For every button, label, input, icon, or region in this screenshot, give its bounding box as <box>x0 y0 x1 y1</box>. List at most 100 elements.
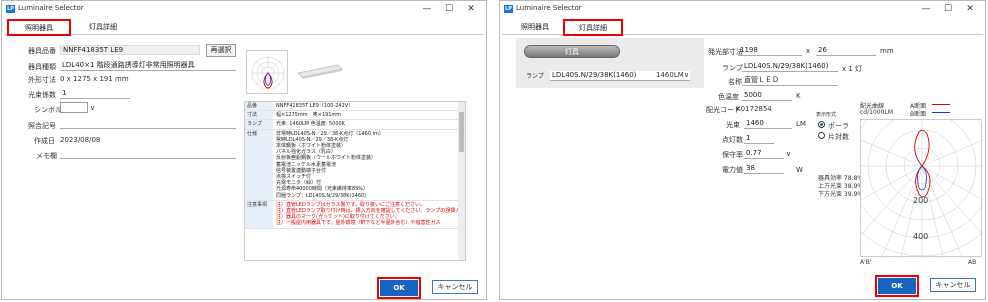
emit-x-label: x <box>806 47 811 55</box>
efficiency-down: 下方光束 39.9% <box>818 191 863 198</box>
tab-detail[interactable]: 灯具詳細 <box>563 19 623 36</box>
app-logo: LP <box>6 5 15 13</box>
polar-radio-label: ポーラ <box>828 122 849 130</box>
product-no-field[interactable]: NNFF41835T LE9 <box>60 45 200 55</box>
chevron-down-icon[interactable]: ∨ <box>90 104 95 112</box>
lamp-name-label: ランプ <box>722 64 743 72</box>
title-bar: LP Luminaire Selector — ☐ ✕ <box>2 1 486 17</box>
legend-b-line <box>932 112 950 113</box>
luminaire-window-basic: LP Luminaire Selector — ☐ ✕ 照明器具 灯具詳細 器具… <box>1 0 487 300</box>
power-unit: W <box>796 166 803 174</box>
lamp-button[interactable]: 灯具 <box>524 45 620 58</box>
emit-height-field[interactable]: 26 <box>816 46 876 56</box>
product-image <box>292 61 346 83</box>
product-type-field[interactable]: LDL40×1 階段通路誘導灯非常用照明器具 <box>60 61 236 71</box>
emit-width-field[interactable]: 1198 <box>738 46 802 56</box>
spec-table: 品番 NNFF41835T LE9（100-242V） 寸法 幅×1275mm 奥×1… <box>244 101 466 261</box>
title-bar: LP Luminaire Selector — ☐ ✕ <box>500 1 985 17</box>
tab-basic[interactable]: 照明器具 <box>7 19 71 36</box>
product-no-label: 器具品番 <box>28 47 56 55</box>
lamp-select-value: LDL40S.N/29/38K(1460) <box>552 71 637 79</box>
app-logo: LP <box>504 5 513 13</box>
lamp-count-label: 光束係数 <box>28 91 56 99</box>
spec-value: NNFF41835T LE9（100-242V） <box>276 103 354 109</box>
ok-button[interactable]: OK <box>377 277 421 299</box>
memo-field[interactable] <box>60 149 236 159</box>
legend-b: B断面 <box>910 111 927 118</box>
color-temp-label: 色温度 <box>718 93 739 101</box>
flux-label: 光束 <box>726 121 740 129</box>
flux-unit: LM <box>796 120 806 128</box>
mark-field[interactable] <box>60 119 236 129</box>
window-title: Luminaire Selector <box>516 4 582 12</box>
curve-legend-unit: cd/1000LM <box>860 109 893 116</box>
close-button[interactable]: ✕ <box>959 2 981 16</box>
light-code-value: K0172854 <box>736 105 772 113</box>
spec-row: 品番 NNFF41835T LE9（100-242V） <box>245 102 465 112</box>
window-title: Luminaire Selector <box>18 4 84 12</box>
ok-button[interactable]: OK <box>875 275 919 297</box>
cancel-button[interactable]: キャンセル <box>930 278 976 292</box>
color-temp-field[interactable]: 5000 <box>742 91 792 101</box>
dimensions-label: 外形寸法 <box>28 76 56 84</box>
spec-key: 注意事項 <box>245 200 273 228</box>
maximize-button[interactable]: ☐ <box>438 2 460 16</box>
tab-bar: 照明器具 灯具詳細 <box>502 18 983 36</box>
spec-value: 幅×1275mm 奥×191mm <box>276 112 342 119</box>
spec-row: 注意事項 注）直管LEDランプはガラス製です。取り扱いにご注意ください。 注）直管… <box>245 200 465 229</box>
memo-label: メモ欄 <box>36 152 57 160</box>
luminaire-image-icon <box>297 64 343 79</box>
tab-bar: 照明器具 灯具詳細 <box>4 18 484 36</box>
maint-label: 保守率 <box>722 151 743 159</box>
cancel-button[interactable]: キャンセル <box>432 280 478 294</box>
polar-radius-200: 200 <box>913 196 929 205</box>
polar-radio[interactable] <box>818 121 825 128</box>
chevron-down-icon[interactable]: ∨ <box>684 71 689 79</box>
lamp-name-field[interactable]: LDL40S.N/29/38K(1460) <box>742 62 838 72</box>
mark-label: 照合記号 <box>28 122 56 130</box>
chevron-down-icon[interactable]: ∨ <box>786 150 791 158</box>
polar-thumb-icon <box>251 56 285 90</box>
spec-row: 寸法 幅×1275mm 奥×191mm <box>245 111 465 121</box>
created-label: 作成日 <box>34 137 55 145</box>
count-field[interactable]: 1 <box>744 134 774 144</box>
polar-radius-400: 400 <box>913 232 929 241</box>
name-field[interactable]: 直管ＬＥＤ <box>742 76 838 86</box>
maint-field[interactable]: 0.77 <box>744 149 784 159</box>
lamp-count-field[interactable]: 1 <box>60 89 130 99</box>
spec-key: ランプ <box>245 120 273 129</box>
lamp-label: ランプ <box>526 73 544 80</box>
lamp-count-suffix: x 1 灯 <box>842 65 863 73</box>
maximize-button[interactable]: ☐ <box>937 2 959 16</box>
tab-basic[interactable]: 照明器具 <box>510 20 560 35</box>
spec-value: 注）直管LEDランプはガラス製です。取り扱いにご注意ください。 注）直管LEDラ… <box>276 201 461 227</box>
legend-a-line <box>932 104 950 105</box>
spec-value: 非常時LDL40S-N／29／38-K点灯（1460 lm） 常時LDL40S-… <box>276 130 384 199</box>
symbol-label: シンボル <box>34 106 62 114</box>
count-label: 点灯数 <box>722 136 743 144</box>
polar-chart: 200 400 <box>831 75 988 259</box>
power-field[interactable]: 38 <box>744 164 784 174</box>
minimize-button[interactable]: — <box>416 2 438 16</box>
spec-key: 仕様 <box>245 129 273 200</box>
close-button[interactable]: ✕ <box>460 2 482 16</box>
semilog-radio-label: 片対数 <box>828 133 849 141</box>
spec-key: 品番 <box>245 102 273 111</box>
semilog-radio[interactable] <box>818 132 825 139</box>
dimensions-value: 0 x 1275 x 191 mm <box>60 75 129 83</box>
symbol-color-swatch[interactable] <box>60 102 88 113</box>
minimize-button[interactable]: — <box>915 2 937 16</box>
flux-field[interactable]: 1460 <box>744 119 792 129</box>
chart-right-label: AB <box>968 259 977 266</box>
spec-value: 光束: 1460LM 色温度: 5000K <box>276 121 345 128</box>
lamp-select-lm: 1460LM <box>656 71 684 79</box>
power-label: 電力値 <box>722 166 743 174</box>
display-mode-title: 表示形式 <box>816 112 837 118</box>
reselect-button[interactable]: 再選択 <box>206 44 236 57</box>
tab-detail[interactable]: 灯具詳細 <box>78 20 128 35</box>
spec-row: 仕様 非常時LDL40S-N／29／38-K点灯（1460 lm） 常時LDL40… <box>245 129 465 201</box>
chart-left-label: A'B' <box>860 259 872 266</box>
light-distribution-thumbnail <box>246 50 288 94</box>
spec-key: 寸法 <box>245 111 273 120</box>
spec-scrollbar[interactable] <box>458 102 465 260</box>
